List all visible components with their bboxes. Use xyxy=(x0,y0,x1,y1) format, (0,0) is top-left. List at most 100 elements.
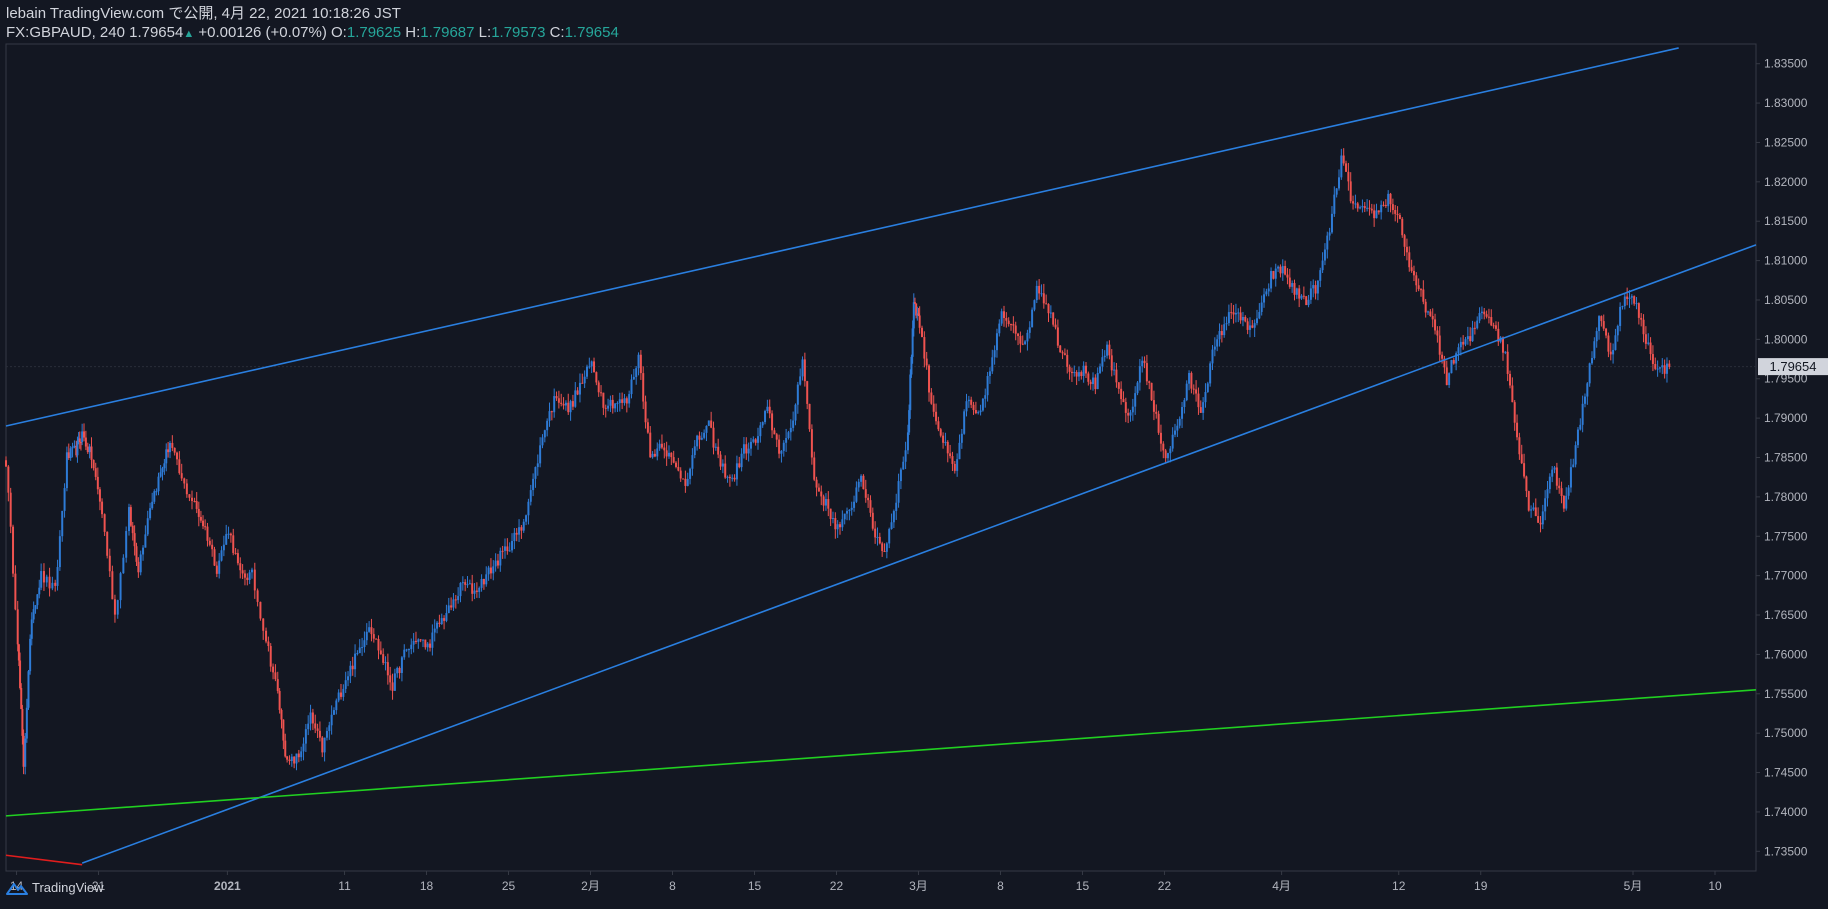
candle-body xyxy=(1588,363,1591,384)
candle-body xyxy=(944,441,947,443)
candle-body xyxy=(14,573,17,610)
candle xyxy=(1511,377,1514,403)
candle-body xyxy=(1033,300,1036,310)
candle xyxy=(361,637,364,656)
candle xyxy=(1616,324,1619,342)
candle-body xyxy=(1321,260,1324,271)
price-chart[interactable]: 1.83500 1.83000 1.82500 1.82000 1.81500 1.810… xyxy=(0,0,1828,909)
candle xyxy=(9,487,12,534)
candle xyxy=(625,396,628,413)
candle xyxy=(86,442,89,454)
candle-body xyxy=(679,470,682,479)
trend-line-red[interactable] xyxy=(5,854,83,866)
candle xyxy=(511,533,514,553)
candle-body xyxy=(752,439,755,442)
candle xyxy=(935,403,938,425)
candle xyxy=(1649,337,1652,361)
candle-body xyxy=(1640,317,1643,320)
candle-body xyxy=(92,459,95,469)
candle xyxy=(860,474,863,487)
candle-body xyxy=(1120,388,1123,400)
candle xyxy=(778,434,781,459)
candle-body xyxy=(630,379,633,395)
trend-line-channel-lower[interactable] xyxy=(81,244,1757,864)
candle xyxy=(1480,306,1483,320)
candle-body xyxy=(1436,330,1439,336)
candle xyxy=(920,325,923,338)
candle xyxy=(1052,312,1055,327)
candle-body xyxy=(83,431,86,438)
candle-body xyxy=(433,628,436,633)
candle-body xyxy=(1466,336,1469,340)
candle-body xyxy=(892,511,895,523)
candle xyxy=(88,443,91,459)
candle-body xyxy=(29,638,32,672)
candle xyxy=(1377,210,1380,215)
candle-body xyxy=(803,359,806,382)
candle-body xyxy=(1562,496,1565,509)
candle xyxy=(672,450,675,464)
candle xyxy=(1656,360,1659,377)
candle-body xyxy=(1239,312,1242,321)
candle-body xyxy=(443,618,446,621)
candle xyxy=(593,357,596,373)
candle-body xyxy=(829,508,832,520)
candle xyxy=(1192,384,1195,395)
candle xyxy=(630,374,633,399)
candle-body xyxy=(78,438,81,442)
candle-body xyxy=(1319,270,1322,281)
candle xyxy=(1077,366,1080,382)
candle xyxy=(803,352,806,387)
candle-body xyxy=(1031,309,1034,328)
candle xyxy=(38,579,41,599)
candle xyxy=(1056,319,1059,348)
candle xyxy=(1576,427,1579,448)
candle-body xyxy=(1635,303,1638,305)
candle xyxy=(738,456,741,469)
candle xyxy=(501,545,504,559)
candle-body xyxy=(1000,311,1003,324)
candle-body xyxy=(9,492,12,527)
candle xyxy=(956,453,959,477)
candle xyxy=(1127,408,1130,424)
time-tick-label: 8 xyxy=(997,879,1004,893)
trend-line-channel-upper[interactable] xyxy=(5,47,1679,427)
candle-body xyxy=(993,350,996,358)
candle xyxy=(1185,380,1188,402)
candle xyxy=(710,411,713,429)
candle xyxy=(857,478,860,492)
plot-area-border xyxy=(5,43,1757,872)
candle-body xyxy=(1523,463,1526,477)
candle-body xyxy=(496,560,499,566)
price-axis[interactable]: 1.83500 1.83000 1.82500 1.82000 1.81500 1.810… xyxy=(1756,57,1808,859)
candle xyxy=(841,510,844,531)
candle-body xyxy=(265,630,268,642)
candle xyxy=(560,393,563,407)
candle-body xyxy=(522,521,525,531)
candle-body xyxy=(935,411,938,422)
candle-body xyxy=(1370,208,1373,211)
candle xyxy=(157,472,160,496)
candle-body xyxy=(61,510,64,537)
candle-body xyxy=(977,412,980,414)
low-value: 1.79573 xyxy=(491,24,546,41)
trend-line-support[interactable] xyxy=(5,689,1757,817)
candle-body xyxy=(1644,334,1647,344)
footer-brand[interactable]: TradingView xyxy=(6,880,104,895)
candle-body xyxy=(1422,289,1425,302)
time-axis[interactable]: 14 21 2021 11 18 25 2月 8 15 22 3月 8 15 22 4月 12 19 5月 10 xyxy=(10,871,1722,893)
candle xyxy=(1574,441,1577,468)
candle xyxy=(1213,337,1216,357)
candle xyxy=(1089,379,1092,390)
price-tick-label: 1.75500 xyxy=(1764,687,1808,701)
candle-body xyxy=(710,420,713,428)
candle xyxy=(61,510,64,542)
candle-body xyxy=(1494,325,1497,329)
candle-body xyxy=(1195,389,1198,394)
candle xyxy=(1387,190,1390,212)
candle-body xyxy=(452,599,455,608)
candle-body xyxy=(1082,365,1085,377)
candle-body xyxy=(703,432,706,438)
candle xyxy=(527,498,530,525)
candle-body xyxy=(1026,332,1029,342)
